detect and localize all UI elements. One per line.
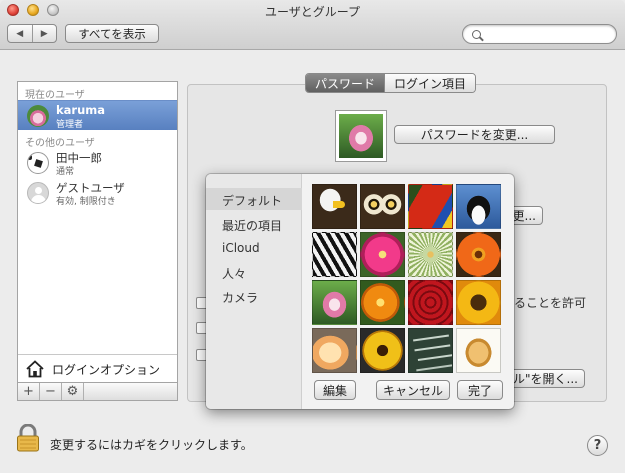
user-picture	[339, 114, 383, 158]
picture-owl[interactable]	[360, 184, 405, 229]
picture-chalkboard[interactable]	[408, 328, 453, 373]
user-item-tanaka[interactable]: 田中一郎 通常	[18, 148, 177, 178]
source-camera[interactable]: カメラ	[222, 289, 258, 306]
help-button[interactable]: ?	[587, 435, 608, 456]
picture-picker-popover: デフォルト 最近の項目 iCloud 人々 カメラ 編集 キャンセル 完了	[206, 174, 514, 409]
picture-parrot[interactable]	[408, 184, 453, 229]
picture-pink-flower[interactable]	[360, 232, 405, 277]
picture-penguin[interactable]	[456, 184, 501, 229]
picture-lotus[interactable]	[312, 280, 357, 325]
user-name: karuma	[56, 103, 106, 117]
back-forward-control: ◀ ▶	[7, 24, 57, 43]
add-user-button[interactable]: +	[18, 383, 40, 400]
back-icon[interactable]: ◀	[8, 25, 32, 42]
tab-password[interactable]: パスワード	[306, 74, 385, 92]
search-field[interactable]	[462, 24, 617, 44]
picture-gerbera[interactable]	[456, 232, 501, 277]
show-all-button[interactable]: すべてを表示	[65, 24, 159, 43]
picture-zebra[interactable]	[312, 232, 357, 277]
picture-grid	[312, 184, 502, 374]
avatar	[27, 182, 49, 204]
current-users-header: 現在のユーザ	[25, 90, 85, 101]
lock-message: 変更するにはカギをクリックします。	[50, 438, 253, 452]
search-icon	[472, 30, 481, 39]
picture-red-rose[interactable]	[408, 280, 453, 325]
other-users-header: その他のユーザ	[25, 138, 95, 149]
picture-eagle[interactable]	[312, 184, 357, 229]
user-role: 有効, 制限付き	[56, 197, 116, 207]
avatar	[27, 152, 49, 174]
picture-orange-flower[interactable]	[360, 280, 405, 325]
login-options-item[interactable]: ログインオプション	[18, 354, 177, 382]
gear-icon[interactable]: ⚙	[62, 383, 84, 400]
picture-dandelion[interactable]	[408, 232, 453, 277]
done-button[interactable]: 完了	[457, 380, 503, 400]
user-item-guest[interactable]: ゲストユーザ 有効, 制限付き	[18, 178, 177, 208]
allow-text-partial: ることを許可	[514, 296, 587, 310]
change-password-button[interactable]: パスワードを変更...	[394, 125, 555, 144]
open-button-partial[interactable]: ル"を開く...	[503, 369, 585, 388]
picture-sources: デフォルト 最近の項目 iCloud 人々 カメラ	[206, 174, 302, 409]
remove-user-button[interactable]: −	[40, 383, 62, 400]
source-recent[interactable]: 最近の項目	[222, 217, 282, 234]
window-toolbar: ユーザとグループ ◀ ▶ すべてを表示	[0, 0, 625, 50]
picture-fortune-cookie[interactable]	[456, 328, 501, 373]
cancel-button[interactable]: キャンセル	[376, 380, 450, 400]
avatar	[27, 105, 49, 127]
forward-icon[interactable]: ▶	[31, 25, 57, 42]
source-people[interactable]: 人々	[222, 265, 246, 282]
edit-button[interactable]: 編集	[314, 380, 356, 400]
source-icloud[interactable]: iCloud	[222, 241, 260, 255]
house-icon	[26, 360, 44, 378]
user-item-karuma[interactable]: karuma 管理者	[18, 100, 177, 130]
user-list: 現在のユーザ karuma 管理者 その他のユーザ 田中一郎 通常 ゲストユーザ…	[17, 81, 178, 401]
user-role: 管理者	[56, 120, 84, 130]
tab-bar: パスワード ログイン項目	[305, 73, 477, 93]
user-role: 通常	[56, 167, 75, 177]
picture-yellow-daisy[interactable]	[360, 328, 405, 373]
source-default[interactable]: デフォルト	[222, 192, 282, 209]
tab-login-items[interactable]: ログイン項目	[384, 74, 476, 92]
window-title: ユーザとグループ	[264, 5, 361, 19]
user-list-buttons: + − ⚙	[18, 382, 177, 400]
picture-sunflower[interactable]	[456, 280, 501, 325]
lock-icon[interactable]	[16, 424, 40, 452]
user-picture-button[interactable]	[335, 110, 387, 162]
login-options-label: ログインオプション	[52, 363, 161, 377]
picture-yellow-rose[interactable]	[312, 328, 357, 373]
